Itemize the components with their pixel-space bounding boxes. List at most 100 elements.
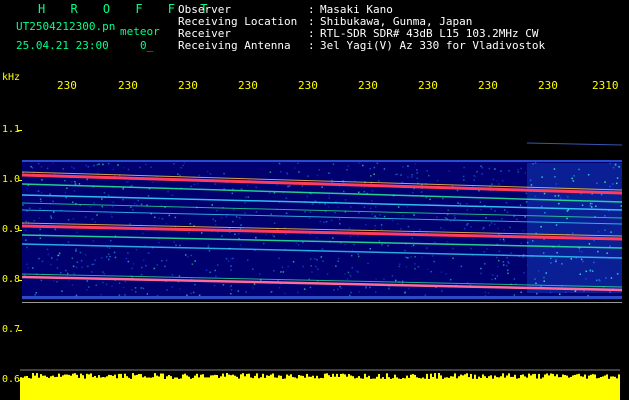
- noise-dot: [285, 233, 287, 235]
- power-spike: [578, 373, 580, 381]
- noise-dot: [109, 255, 111, 258]
- power-spike: [146, 377, 148, 381]
- noise-dot: [484, 291, 487, 294]
- y-axis-unit: kHz: [2, 72, 21, 83]
- noise-dot: [225, 216, 228, 218]
- power-spike: [124, 373, 126, 381]
- noise-dot: [207, 244, 210, 246]
- power-spike: [50, 376, 52, 381]
- noise-dot: [404, 291, 406, 294]
- x-tick-label: 230: [118, 79, 138, 92]
- noise-dot: [123, 167, 125, 169]
- noise-dot: [56, 258, 58, 261]
- noise-dot: [75, 294, 78, 297]
- noise-dot: [135, 291, 137, 293]
- power-spike: [308, 376, 310, 381]
- noise-dot: [141, 266, 143, 269]
- noise-dot: [358, 212, 360, 214]
- noise-dot: [496, 256, 498, 259]
- noise-dot: [553, 168, 556, 170]
- power-spike: [284, 378, 286, 381]
- noise-dot: [375, 278, 377, 280]
- noise-dot: [87, 265, 89, 268]
- noise-dot: [412, 244, 415, 247]
- header: H R O F F T UT2504212300.pn meteor 25.04…: [0, 0, 629, 70]
- noise-dot: [555, 260, 557, 263]
- noise-dot: [168, 214, 171, 217]
- noise-dot: [318, 169, 320, 171]
- noise-dot: [108, 258, 110, 261]
- power-spike: [110, 375, 112, 381]
- noise-dot: [297, 162, 299, 164]
- noise-dot: [41, 260, 44, 263]
- power-spike: [44, 375, 46, 381]
- noise-dot: [70, 166, 73, 168]
- noise-dot: [122, 188, 124, 190]
- power-spike: [46, 376, 48, 381]
- noise-dot: [35, 292, 37, 294]
- power-spike: [580, 376, 582, 381]
- power-spike: [138, 374, 140, 381]
- noise-dot: [52, 162, 54, 164]
- noise-dot: [284, 292, 286, 295]
- power-spike: [540, 378, 542, 381]
- noise-dot: [488, 167, 491, 170]
- noise-dot: [102, 271, 104, 273]
- power-spike: [380, 378, 382, 381]
- noise-dot: [230, 269, 232, 271]
- noise-dot: [96, 214, 98, 216]
- power-spike: [140, 374, 142, 381]
- noise-dot: [164, 265, 166, 268]
- power-spike: [544, 374, 546, 381]
- power-spike: [122, 377, 124, 381]
- noise-dot: [255, 186, 257, 189]
- noise-dot: [374, 224, 376, 227]
- power-spike: [76, 374, 78, 381]
- noise-dot: [171, 286, 173, 288]
- spectrogram-bottom-border: [22, 302, 622, 303]
- noise-dot: [135, 248, 138, 251]
- noise-dot: [337, 206, 339, 209]
- noise-dot: [197, 182, 199, 185]
- noise-dot: [480, 272, 482, 275]
- noise-dot: [440, 271, 443, 273]
- noise-dot: [490, 208, 493, 210]
- power-spike: [346, 376, 348, 381]
- noise-dot: [367, 262, 369, 265]
- noise-dot: [510, 252, 512, 254]
- noise-dot: [272, 234, 274, 237]
- noise-dot: [564, 291, 567, 293]
- power-spike: [358, 376, 360, 381]
- noise-dot: [487, 292, 490, 294]
- noise-dot: [501, 180, 504, 182]
- power-spike: [98, 375, 100, 381]
- noise-dot: [39, 237, 42, 239]
- noise-dot: [537, 270, 540, 272]
- power-spike: [74, 373, 76, 381]
- noise-dot: [108, 194, 110, 197]
- noise-dot: [578, 168, 580, 171]
- noise-dot: [358, 255, 360, 258]
- noise-dot: [424, 294, 427, 296]
- noise-dot: [532, 163, 534, 165]
- power-spike: [118, 373, 120, 381]
- noise-dot: [585, 278, 587, 280]
- noise-dot: [76, 261, 79, 263]
- noise-dot: [396, 173, 398, 176]
- power-spike: [612, 376, 614, 381]
- noise-dot: [582, 260, 584, 263]
- noise-dot: [198, 294, 201, 296]
- power-spike: [364, 373, 366, 381]
- noise-dot: [22, 204, 24, 206]
- noise-dot: [156, 264, 158, 266]
- power-spike: [426, 373, 428, 381]
- noise-dot: [497, 265, 499, 268]
- x-tick-label: 230: [358, 79, 378, 92]
- noise-dot: [545, 272, 547, 274]
- noise-dot: [492, 178, 495, 181]
- noise-dot: [591, 206, 593, 208]
- power-spike: [316, 375, 318, 381]
- noise-dot: [473, 174, 475, 177]
- noise-dot: [344, 244, 347, 246]
- noise-dot: [101, 257, 103, 259]
